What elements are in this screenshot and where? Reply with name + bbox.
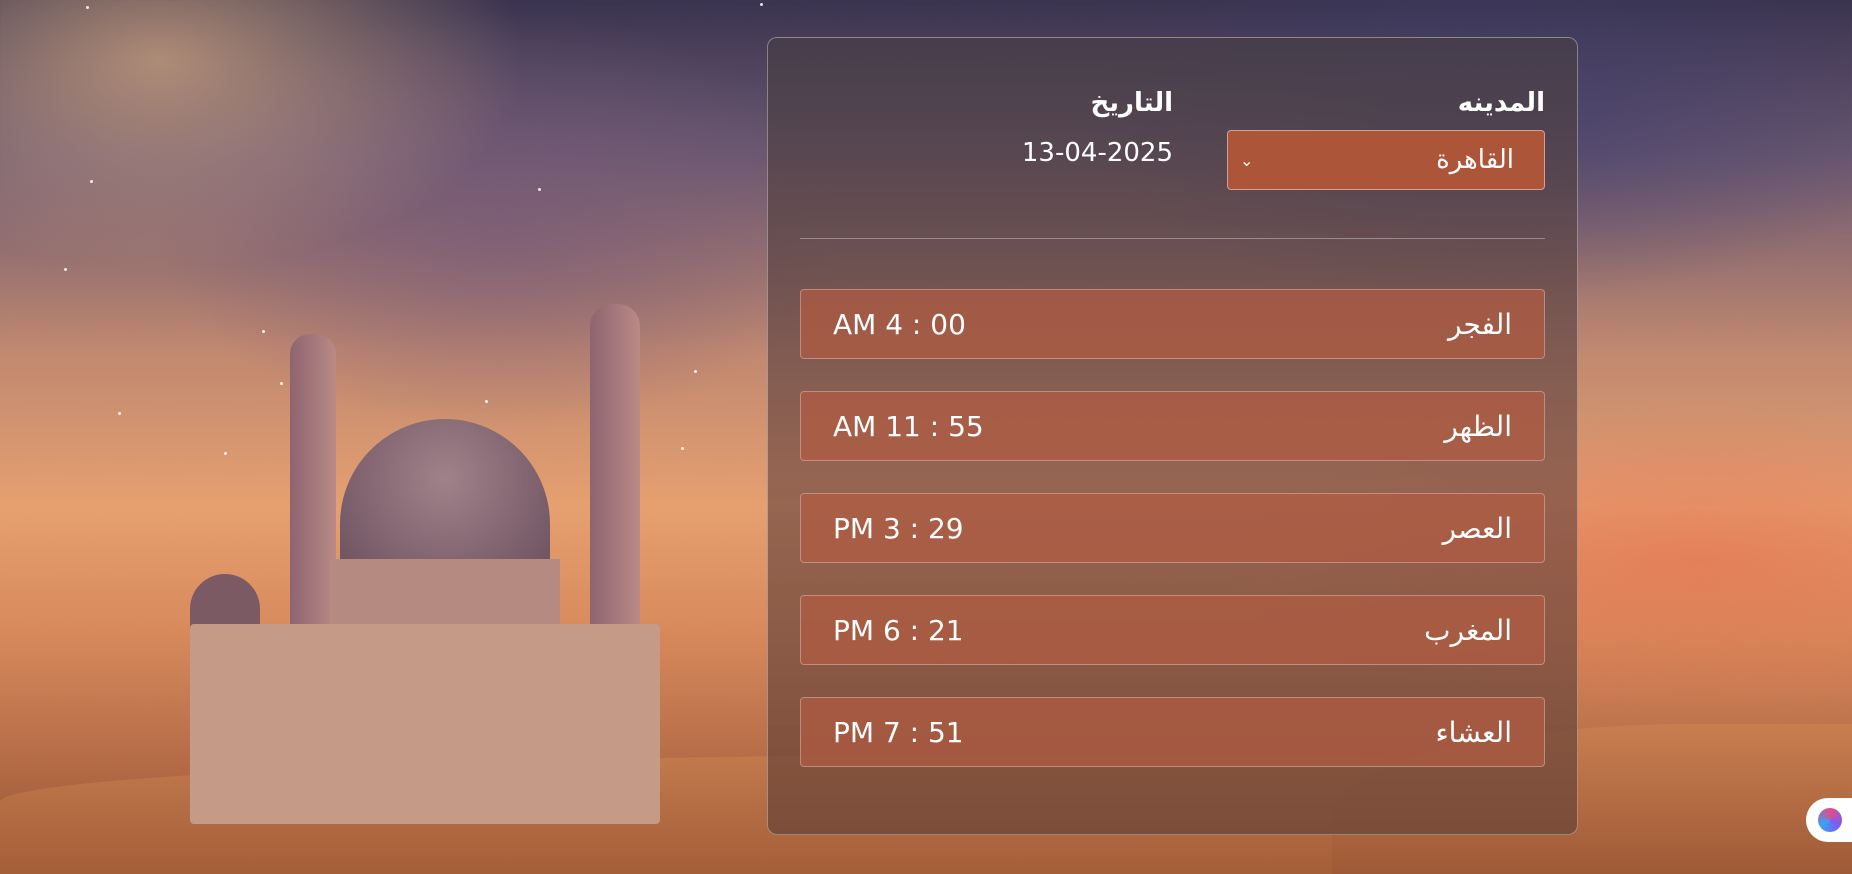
- date-label: التاريخ: [1090, 88, 1173, 118]
- prayer-name: الظهر: [1444, 409, 1512, 443]
- prayer-row-fajr: الفجر AM 4 : 00: [800, 289, 1545, 359]
- assistant-button[interactable]: [1806, 798, 1852, 842]
- prayer-row-asr: العصر PM 3 : 29: [800, 493, 1545, 563]
- prayer-list: الفجر AM 4 : 00 الظهر AM 11 : 55 العصر P…: [800, 289, 1545, 799]
- prayer-time: AM 11 : 55: [833, 409, 984, 443]
- mosque-illustration: [180, 304, 660, 824]
- prayer-times-panel: المدينه القاهرة ⌄ التاريخ 13-04-2025 الف…: [767, 37, 1578, 835]
- prayer-row-dhuhr: الظهر AM 11 : 55: [800, 391, 1545, 461]
- prayer-row-maghrib: المغرب PM 6 : 21: [800, 595, 1545, 665]
- panel-header: المدينه القاهرة ⌄ التاريخ 13-04-2025: [800, 88, 1545, 190]
- prayer-time: PM 3 : 29: [833, 511, 964, 545]
- prayer-time: PM 7 : 51: [833, 715, 964, 749]
- date-value: 13-04-2025: [1021, 138, 1173, 168]
- prayer-name: المغرب: [1424, 613, 1512, 647]
- city-selected-value: القاهرة: [1436, 145, 1514, 175]
- brain-icon: [1818, 808, 1842, 832]
- date-section: التاريخ 13-04-2025: [973, 88, 1173, 168]
- city-label: المدينه: [1457, 88, 1545, 118]
- city-section: المدينه القاهرة ⌄: [1227, 88, 1545, 190]
- prayer-row-isha: العشاء PM 7 : 51: [800, 697, 1545, 767]
- city-select[interactable]: القاهرة ⌄: [1227, 130, 1545, 190]
- prayer-name: العشاء: [1435, 715, 1513, 749]
- chevron-down-icon[interactable]: ⌄: [1240, 151, 1253, 170]
- prayer-name: الفجر: [1448, 307, 1512, 341]
- prayer-name: العصر: [1442, 511, 1512, 545]
- divider: [800, 238, 1545, 239]
- prayer-time: AM 4 : 00: [833, 307, 966, 341]
- prayer-time: PM 6 : 21: [833, 613, 964, 647]
